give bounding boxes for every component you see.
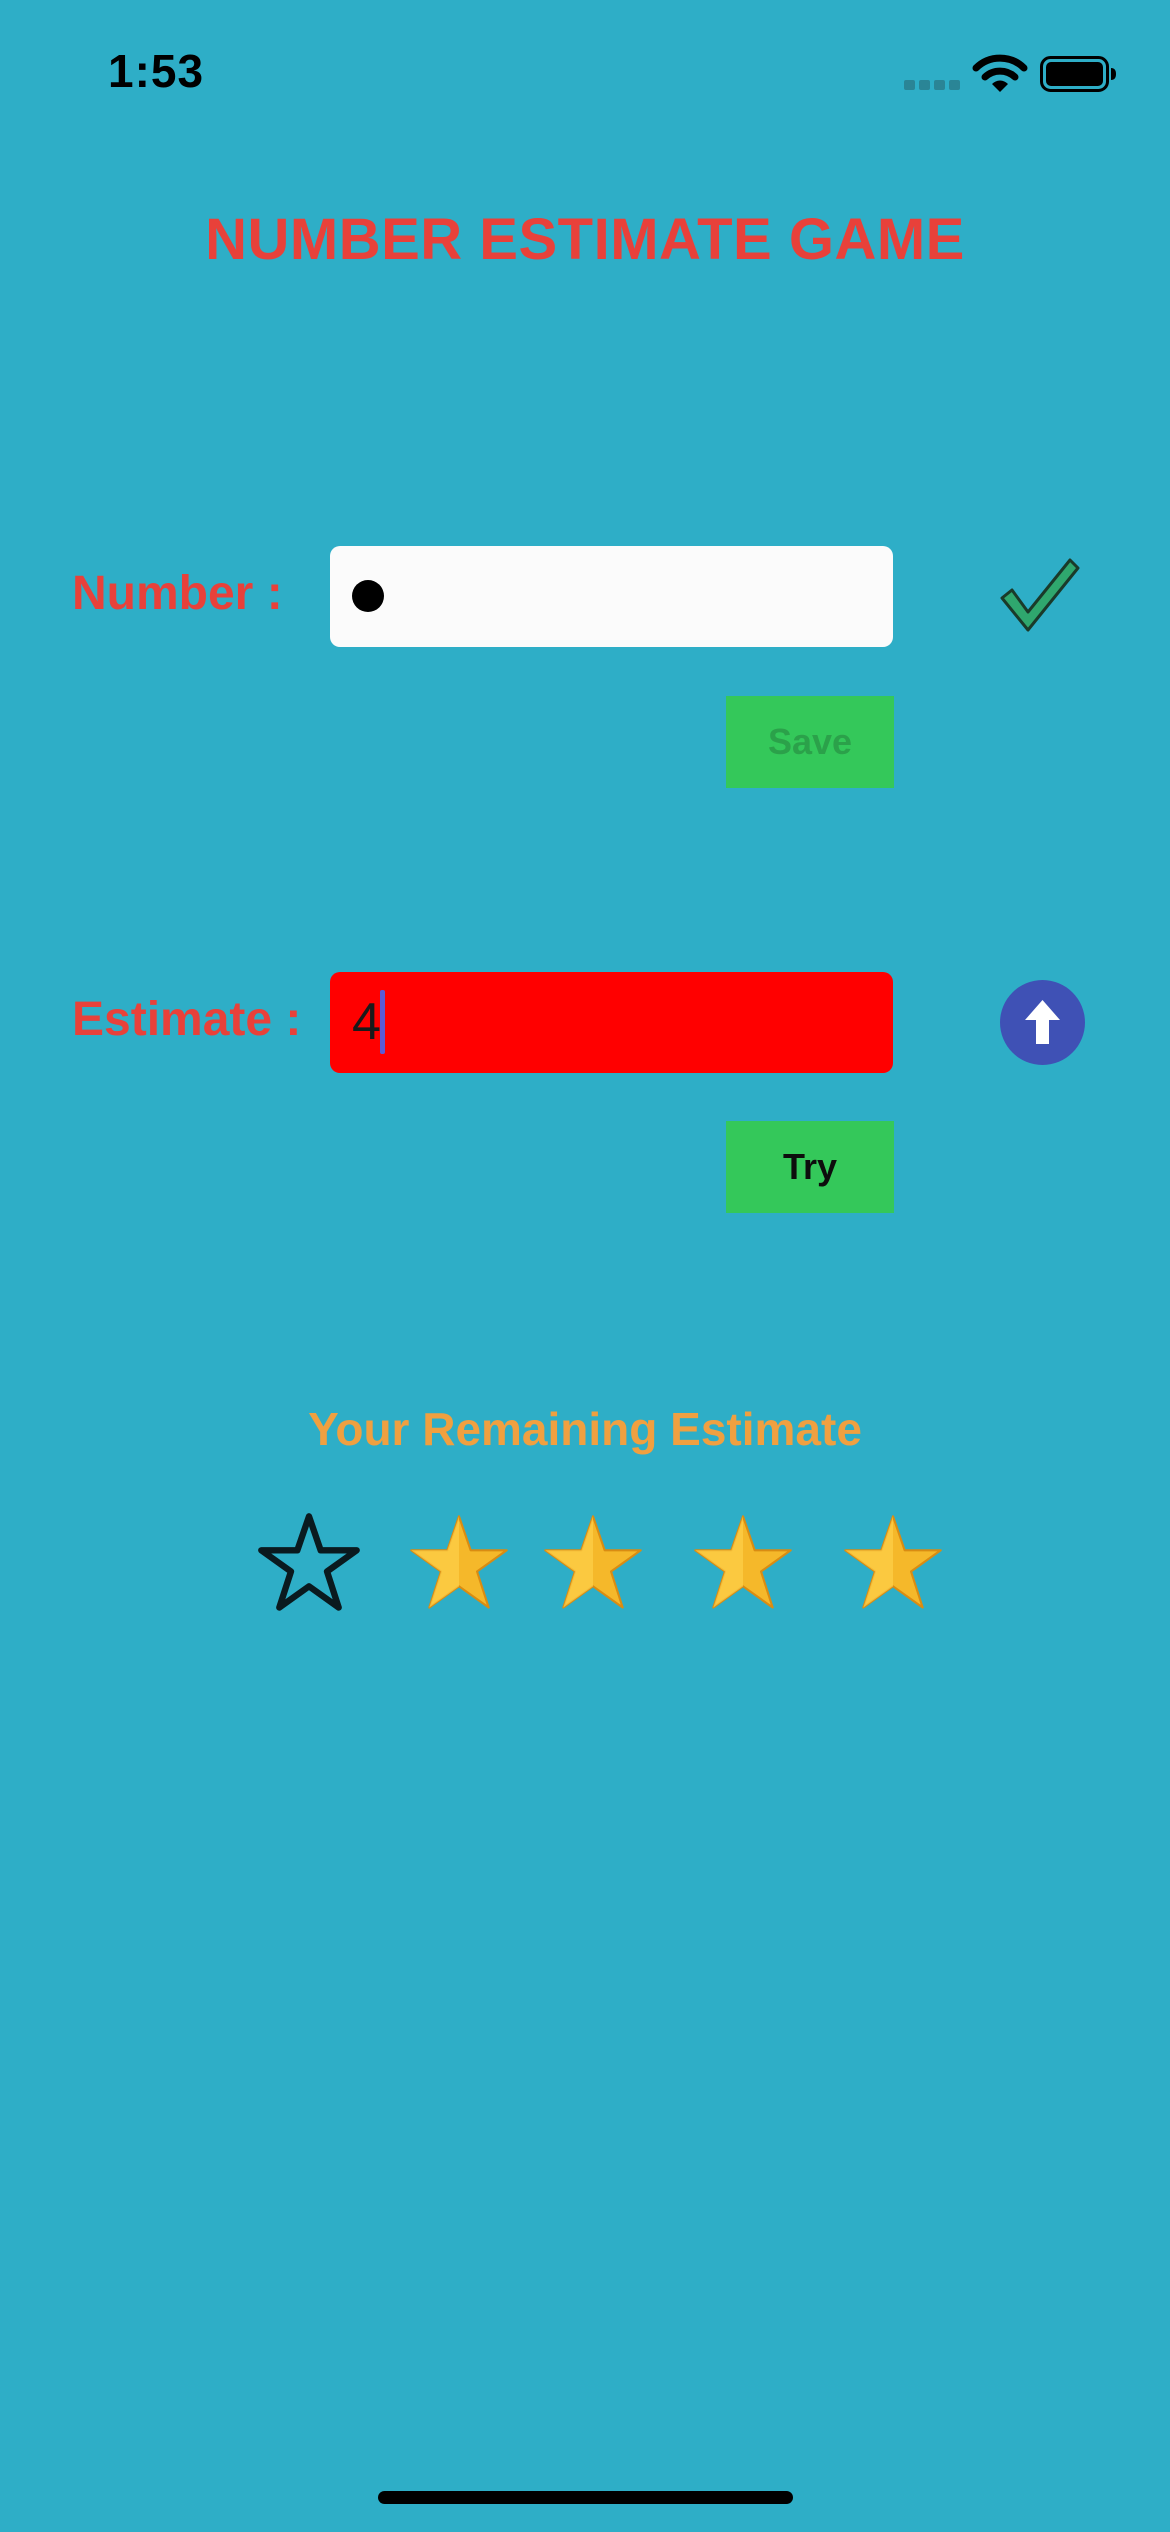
star-filled-icon xyxy=(410,1515,508,1609)
number-label: Number : xyxy=(72,567,283,620)
star-filled-icon xyxy=(694,1515,792,1609)
estimate-value: 4 xyxy=(352,993,381,1051)
estimate-label: Estimate : xyxy=(72,993,302,1046)
wifi-icon xyxy=(972,54,1028,92)
text-caret xyxy=(380,990,385,1054)
secure-text-dot xyxy=(352,580,384,612)
battery-icon xyxy=(1040,56,1116,92)
star-filled-icon xyxy=(544,1515,642,1609)
status-time: 1:53 xyxy=(108,45,205,97)
checkmark-icon xyxy=(1000,558,1080,632)
page-title: NUMBER ESTIMATE GAME xyxy=(205,207,965,272)
star-empty-icon xyxy=(258,1513,360,1611)
try-button[interactable]: Try xyxy=(726,1121,894,1213)
cellular-signal-icon xyxy=(904,80,960,90)
remaining-estimate-label: Your Remaining Estimate xyxy=(308,1403,862,1455)
home-indicator[interactable] xyxy=(378,2491,793,2504)
number-input[interactable] xyxy=(330,546,893,647)
save-button[interactable]: Save xyxy=(726,696,894,788)
star-filled-icon xyxy=(844,1515,942,1609)
arrow-up-icon xyxy=(1000,980,1085,1065)
estimate-input[interactable]: 4 xyxy=(330,972,893,1073)
